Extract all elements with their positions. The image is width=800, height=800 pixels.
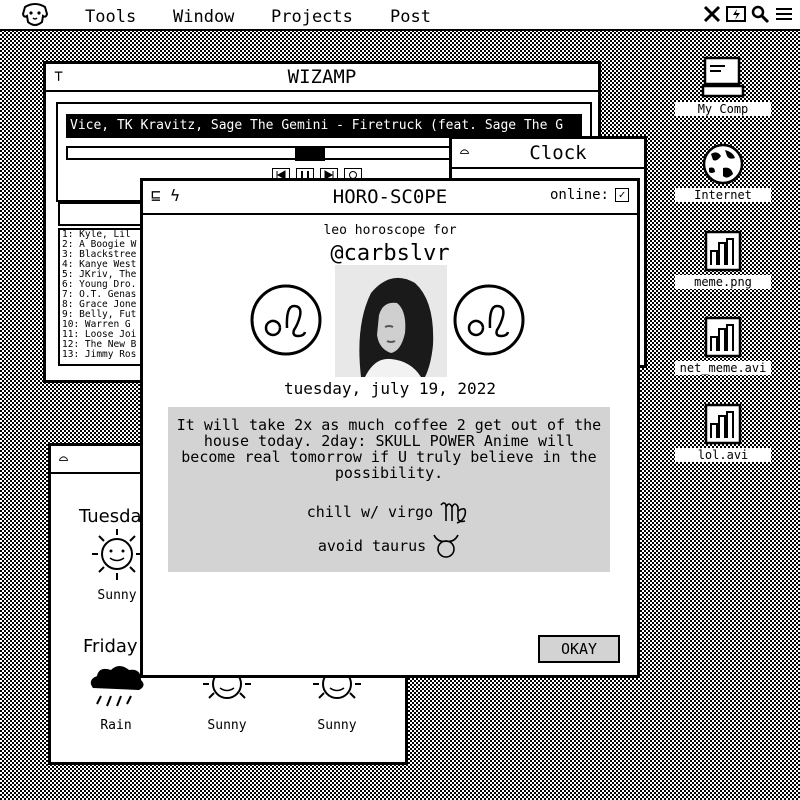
seek-knob[interactable] [295,146,325,161]
desktop-icon-label: My Comp [675,102,771,116]
weather-day-friday: Friday [83,636,138,657]
computer-icon [701,56,745,98]
file-icon [704,230,742,272]
horoscope-window: ⊑ ϟ HORO-SC0PE online: ✓ leo horoscope f… [140,178,640,678]
weather-condition: Rain [100,718,132,733]
online-label: online: [549,187,609,203]
clock-titlebar[interactable]: ⌓ Clock [452,139,644,169]
weather-condition: Sunny [207,718,247,733]
weather-day-tuesday: Tuesda [79,506,142,527]
playlist-item[interactable]: 13: Jimmy Ros [60,350,148,360]
playlist[interactable]: 1: Kyle, Lil 2: A Boogie W 3: Blackstree 4:… [58,228,150,366]
virgo-sign-icon [440,502,467,524]
leo-sign-icon [453,284,525,356]
wizamp-titlebar[interactable]: ⊤ WIZAMP [46,64,598,92]
weather-condition: Sunny [317,718,357,733]
window-menu-icon[interactable]: ⌓ [59,450,68,468]
okay-button[interactable]: OKAY [538,635,620,663]
now-playing-marquee: Vice, TK Kravitz, Sage The Gemini - Fire… [66,114,582,138]
chill-text: chill w/ virgo [306,503,434,521]
fortune-text: It will take 2x as much coffee 2 get out… [176,416,602,482]
menu-grid-icon[interactable] [774,4,794,24]
desktop-icon-label: net_meme.avi [675,361,771,375]
menu-tools[interactable]: Tools [85,7,136,27]
menu-window[interactable]: Window [173,7,234,27]
file-icon [704,316,742,358]
online-checkbox[interactable]: ✓ [615,188,629,202]
profile-photo [335,265,447,377]
sun-icon [92,529,143,580]
wizamp-title: WIZAMP [287,66,357,88]
desktop-icon-label: meme.png [675,275,771,289]
menu-post[interactable]: Post [390,7,431,27]
menubar: Tools Window Projects Post [0,0,800,31]
taurus-sign-icon [433,534,459,558]
online-toggle[interactable]: online: ✓ [550,187,629,203]
system-tray [702,4,794,24]
desktop-icon-label: lol.avi [675,448,771,462]
chill-advice: chill w/ virgo [168,499,610,525]
globe-icon [702,143,744,185]
file-icon [704,403,742,445]
search-icon[interactable] [750,4,770,24]
fortune-panel: It will take 2x as much coffee 2 get out… [168,407,610,572]
battery-icon[interactable] [726,4,746,24]
username-handle: @carbslvr [330,241,450,266]
clock-title: Clock [529,142,587,164]
horoscope-date: tuesday, july 19, 2022 [284,379,496,398]
avoid-text: avoid taurus [317,537,427,555]
avoid-advice: avoid taurus [168,533,610,559]
desktop-icon-label: Internet [675,188,771,202]
dog-logo-icon[interactable] [20,2,50,28]
playlist-search-input[interactable] [58,202,152,226]
menu-projects[interactable]: Projects [271,7,353,27]
horoscope-subhead: leo horoscope for [323,223,457,238]
horoscope-titlebar[interactable]: ⊑ ϟ HORO-SC0PE online: ✓ [143,181,637,215]
leo-sign-icon [250,284,322,356]
close-x-icon[interactable] [702,4,722,24]
